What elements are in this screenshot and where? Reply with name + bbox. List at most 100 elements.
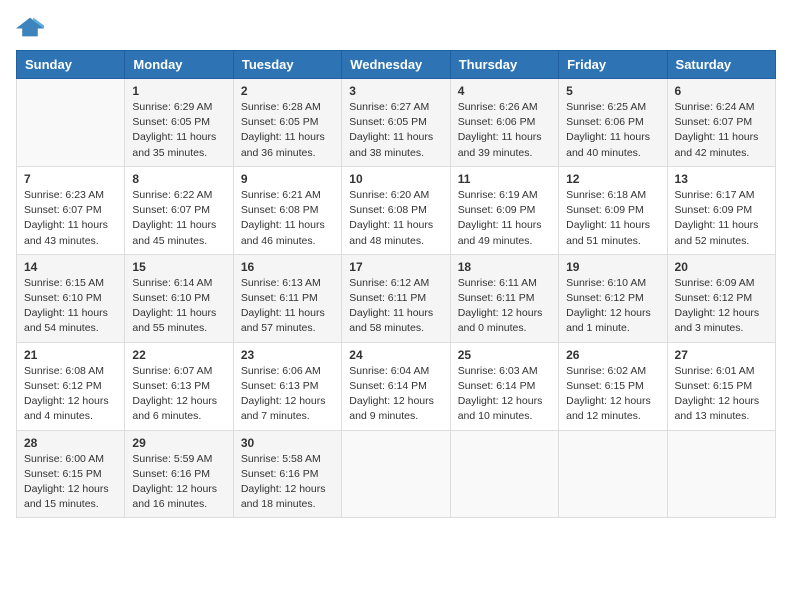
calendar-week-3: 14 Sunrise: 6:15 AMSunset: 6:10 PMDayligh… [17,254,776,342]
calendar-week-5: 28Sunrise: 6:00 AMSunset: 6:15 PMDayligh… [17,430,776,518]
day-info: Sunrise: 6:07 AMSunset: 6:13 PMDaylight:… [132,364,225,425]
day-number: 20 [675,260,768,274]
day-info: Sunrise: 6:02 AMSunset: 6:15 PMDaylight:… [566,364,659,425]
calendar-day: 10 Sunrise: 6:20 AMSunset: 6:08 PMDayligh… [342,166,450,254]
day-number: 25 [458,348,551,362]
logo [16,16,48,38]
header-friday: Friday [559,51,667,79]
day-number: 24 [349,348,442,362]
calendar-day: 24 Sunrise: 6:04 AMSunset: 6:14 PMDayligh… [342,342,450,430]
day-info: Sunrise: 6:01 AMSunset: 6:15 PMDaylight:… [675,364,768,425]
day-number: 15 [132,260,225,274]
calendar-day [559,430,667,518]
day-number: 4 [458,84,551,98]
calendar-day: 6 Sunrise: 6:24 AMSunset: 6:07 PMDaylight… [667,79,775,167]
header-thursday: Thursday [450,51,558,79]
day-number: 17 [349,260,442,274]
calendar-day: 15 Sunrise: 6:14 AMSunset: 6:10 PMDayligh… [125,254,233,342]
day-number: 11 [458,172,551,186]
day-number: 27 [675,348,768,362]
day-info: Sunrise: 6:26 AMSunset: 6:06 PMDaylight:… [458,100,551,161]
header [16,16,776,38]
calendar-day [450,430,558,518]
logo-icon [16,16,44,38]
calendar-day: 5 Sunrise: 6:25 AMSunset: 6:06 PMDaylight… [559,79,667,167]
day-info: Sunrise: 6:24 AMSunset: 6:07 PMDaylight:… [675,100,768,161]
calendar-day: 29Sunrise: 5:59 AMSunset: 6:16 PMDayligh… [125,430,233,518]
day-info: Sunrise: 6:25 AMSunset: 6:06 PMDaylight:… [566,100,659,161]
day-info: Sunrise: 6:14 AMSunset: 6:10 PMDaylight:… [132,276,225,337]
calendar-day: 9 Sunrise: 6:21 AMSunset: 6:08 PMDaylight… [233,166,341,254]
day-number: 10 [349,172,442,186]
calendar-day: 12 Sunrise: 6:18 AMSunset: 6:09 PMDayligh… [559,166,667,254]
calendar-day: 11 Sunrise: 6:19 AMSunset: 6:09 PMDayligh… [450,166,558,254]
calendar-day: 21 Sunrise: 6:08 AMSunset: 6:12 PMDayligh… [17,342,125,430]
calendar-day: 1 Sunrise: 6:29 AMSunset: 6:05 PMDaylight… [125,79,233,167]
header-wednesday: Wednesday [342,51,450,79]
day-info: Sunrise: 6:08 AMSunset: 6:12 PMDaylight:… [24,364,117,425]
day-info: Sunrise: 6:04 AMSunset: 6:14 PMDaylight:… [349,364,442,425]
calendar-header-row: SundayMondayTuesdayWednesdayThursdayFrid… [17,51,776,79]
day-number: 30 [241,436,334,450]
day-info: Sunrise: 6:28 AMSunset: 6:05 PMDaylight:… [241,100,334,161]
day-number: 13 [675,172,768,186]
day-info: Sunrise: 6:18 AMSunset: 6:09 PMDaylight:… [566,188,659,249]
calendar-week-1: 1 Sunrise: 6:29 AMSunset: 6:05 PMDaylight… [17,79,776,167]
day-number: 1 [132,84,225,98]
day-info: Sunrise: 6:06 AMSunset: 6:13 PMDaylight:… [241,364,334,425]
day-number: 21 [24,348,117,362]
calendar-day: 4 Sunrise: 6:26 AMSunset: 6:06 PMDaylight… [450,79,558,167]
header-monday: Monday [125,51,233,79]
day-info: Sunrise: 5:58 AMSunset: 6:16 PMDaylight:… [241,452,334,513]
day-number: 9 [241,172,334,186]
calendar-day: 2 Sunrise: 6:28 AMSunset: 6:05 PMDaylight… [233,79,341,167]
day-info: Sunrise: 6:12 AMSunset: 6:11 PMDaylight:… [349,276,442,337]
day-number: 8 [132,172,225,186]
header-tuesday: Tuesday [233,51,341,79]
calendar-day: 13 Sunrise: 6:17 AMSunset: 6:09 PMDayligh… [667,166,775,254]
day-info: Sunrise: 6:09 AMSunset: 6:12 PMDaylight:… [675,276,768,337]
day-info: Sunrise: 6:29 AMSunset: 6:05 PMDaylight:… [132,100,225,161]
calendar-day: 28Sunrise: 6:00 AMSunset: 6:15 PMDayligh… [17,430,125,518]
day-info: Sunrise: 6:15 AMSunset: 6:10 PMDaylight:… [24,276,117,337]
day-number: 6 [675,84,768,98]
header-sunday: Sunday [17,51,125,79]
calendar-day: 20 Sunrise: 6:09 AMSunset: 6:12 PMDayligh… [667,254,775,342]
day-info: Sunrise: 6:13 AMSunset: 6:11 PMDaylight:… [241,276,334,337]
calendar-day [17,79,125,167]
calendar-day [342,430,450,518]
day-number: 3 [349,84,442,98]
day-number: 19 [566,260,659,274]
header-saturday: Saturday [667,51,775,79]
day-info: Sunrise: 6:00 AMSunset: 6:15 PMDaylight:… [24,452,117,513]
day-number: 5 [566,84,659,98]
calendar-day: 17 Sunrise: 6:12 AMSunset: 6:11 PMDayligh… [342,254,450,342]
day-number: 26 [566,348,659,362]
day-info: Sunrise: 6:19 AMSunset: 6:09 PMDaylight:… [458,188,551,249]
calendar-day: 22Sunrise: 6:07 AMSunset: 6:13 PMDayligh… [125,342,233,430]
day-number: 23 [241,348,334,362]
day-info: Sunrise: 5:59 AMSunset: 6:16 PMDaylight:… [132,452,225,513]
day-info: Sunrise: 6:11 AMSunset: 6:11 PMDaylight:… [458,276,551,337]
calendar-table: SundayMondayTuesdayWednesdayThursdayFrid… [16,50,776,518]
day-info: Sunrise: 6:17 AMSunset: 6:09 PMDaylight:… [675,188,768,249]
day-info: Sunrise: 6:22 AMSunset: 6:07 PMDaylight:… [132,188,225,249]
calendar-day: 26 Sunrise: 6:02 AMSunset: 6:15 PMDayligh… [559,342,667,430]
day-number: 18 [458,260,551,274]
calendar-week-4: 21 Sunrise: 6:08 AMSunset: 6:12 PMDayligh… [17,342,776,430]
day-info: Sunrise: 6:21 AMSunset: 6:08 PMDaylight:… [241,188,334,249]
calendar-day: 14 Sunrise: 6:15 AMSunset: 6:10 PMDayligh… [17,254,125,342]
calendar-week-2: 7 Sunrise: 6:23 AMSunset: 6:07 PMDaylight… [17,166,776,254]
day-info: Sunrise: 6:03 AMSunset: 6:14 PMDaylight:… [458,364,551,425]
day-info: Sunrise: 6:10 AMSunset: 6:12 PMDaylight:… [566,276,659,337]
calendar-day [667,430,775,518]
day-number: 2 [241,84,334,98]
day-info: Sunrise: 6:23 AMSunset: 6:07 PMDaylight:… [24,188,117,249]
day-number: 7 [24,172,117,186]
day-number: 12 [566,172,659,186]
day-number: 14 [24,260,117,274]
day-info: Sunrise: 6:20 AMSunset: 6:08 PMDaylight:… [349,188,442,249]
calendar-day: 18 Sunrise: 6:11 AMSunset: 6:11 PMDayligh… [450,254,558,342]
day-number: 16 [241,260,334,274]
calendar-day: 25 Sunrise: 6:03 AMSunset: 6:14 PMDayligh… [450,342,558,430]
